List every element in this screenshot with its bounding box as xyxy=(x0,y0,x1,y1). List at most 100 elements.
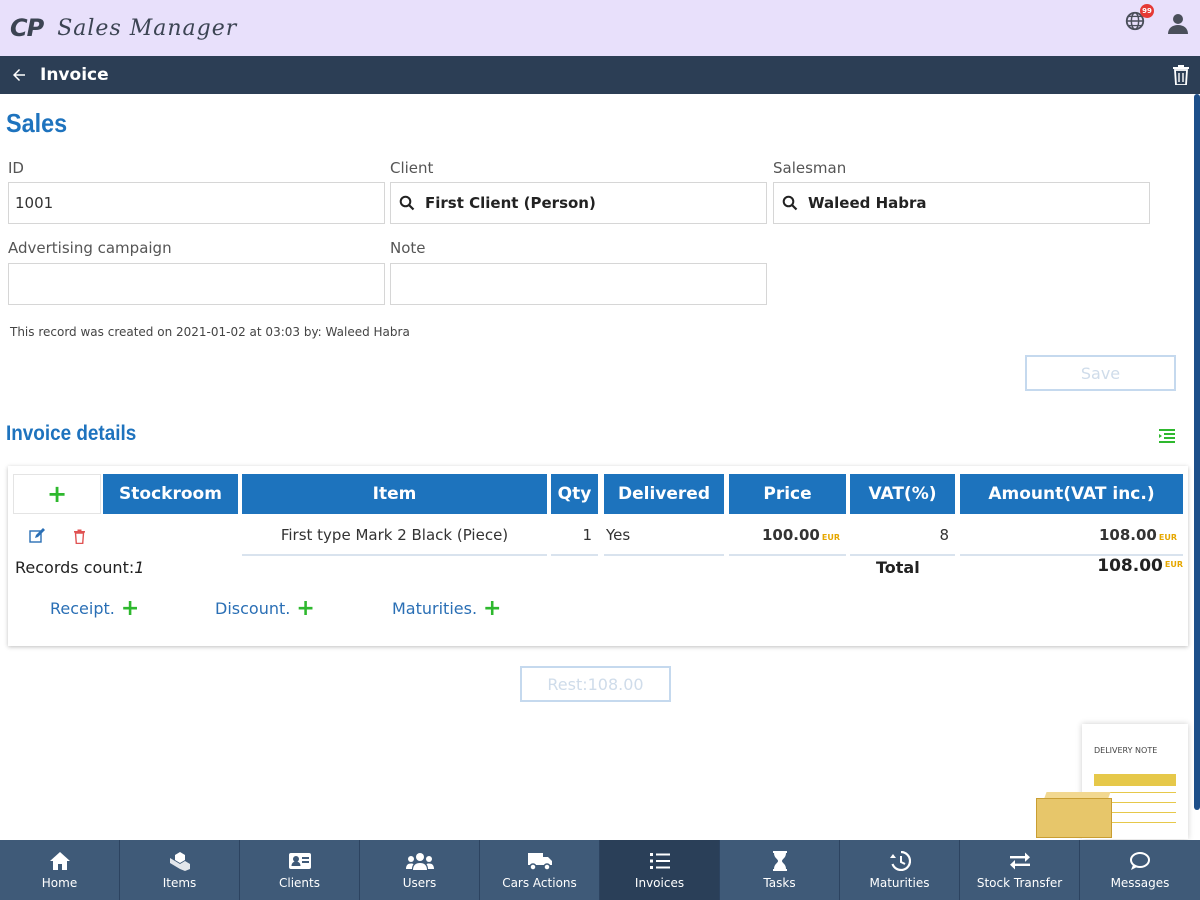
id-value: 1001 xyxy=(15,194,54,212)
page-title: Invoice xyxy=(40,65,109,85)
app-logo: CP xyxy=(10,14,44,42)
table-row-actions xyxy=(13,516,101,556)
record-info: This record was created on 2021-01-02 at… xyxy=(10,325,410,339)
nav-item-cars-actions[interactable]: Cars Actions xyxy=(480,840,600,900)
client-field[interactable]: First Client (Person) xyxy=(390,182,767,224)
section-title-sales: Sales xyxy=(6,108,68,138)
cell-amount: 108.00 EUR xyxy=(960,516,1183,556)
client-value: First Client (Person) xyxy=(425,194,596,212)
add-line-button[interactable]: + xyxy=(13,474,101,514)
title-bar: Invoice xyxy=(0,56,1200,94)
hourglass-icon xyxy=(772,850,787,871)
records-count: Records count:1 xyxy=(15,558,144,577)
column-header-stockroom[interactable]: Stockroom xyxy=(103,474,238,514)
cell-stockroom xyxy=(103,516,238,556)
records-count-label: Records count: xyxy=(15,558,135,577)
nav-item-items[interactable]: Items xyxy=(120,840,240,900)
salesman-label: Salesman xyxy=(773,159,847,177)
delete-row-icon[interactable] xyxy=(73,529,86,544)
history-icon xyxy=(889,850,911,871)
id-field[interactable]: 1001 xyxy=(8,182,385,224)
rest-button[interactable]: Rest:108.00 xyxy=(520,666,671,702)
cell-price: 100.00 EUR xyxy=(729,516,846,556)
app-title: Sales Manager xyxy=(57,15,238,41)
nav-item-invoices[interactable]: Invoices xyxy=(600,840,720,900)
invoices-icon xyxy=(649,852,670,869)
receipt-label: Receipt. xyxy=(50,599,115,618)
transfer-icon xyxy=(1009,852,1030,869)
search-icon xyxy=(782,195,798,211)
clients-icon xyxy=(288,852,311,869)
invoice-details-card: + Stockroom Item Qty Delivered Price VAT… xyxy=(8,466,1188,646)
plus-icon: + xyxy=(296,596,315,621)
cell-delivered: Yes xyxy=(604,516,724,556)
add-maturities-button[interactable]: Maturities. + xyxy=(392,596,501,621)
package-icon xyxy=(1036,798,1112,838)
campaign-label: Advertising campaign xyxy=(8,239,172,257)
main-content: Sales ID 1001 Client First Client (Perso… xyxy=(0,94,1192,840)
id-label: ID xyxy=(8,159,24,177)
price-value: 100.00 xyxy=(761,526,820,544)
delete-invoice-icon[interactable] xyxy=(1172,65,1190,85)
nav-item-users[interactable]: Users xyxy=(360,840,480,900)
scrollbar[interactable] xyxy=(1194,94,1200,810)
nav-item-maturities[interactable]: Maturities xyxy=(840,840,960,900)
nav-item-messages[interactable]: Messages xyxy=(1080,840,1200,900)
nav-label: Stock Transfer xyxy=(976,875,1063,890)
column-header-amount[interactable]: Amount(VAT inc.) xyxy=(960,474,1183,514)
column-header-delivered[interactable]: Delivered xyxy=(604,474,724,514)
column-header-item[interactable]: Item xyxy=(242,474,547,514)
note-field[interactable] xyxy=(390,263,767,305)
nav-item-home[interactable]: Home xyxy=(0,840,120,900)
home-icon xyxy=(49,851,70,870)
maturities-label: Maturities. xyxy=(392,599,478,618)
nav-label: Users xyxy=(402,875,437,890)
truck-icon xyxy=(527,852,552,871)
cell-item: First type Mark 2 Black (Piece) xyxy=(242,516,547,556)
nav-item-stock-transfer[interactable]: Stock Transfer xyxy=(960,840,1080,900)
delivery-note-text: DELIVERY NOTE xyxy=(1094,746,1158,755)
note-label: Note xyxy=(390,239,426,257)
language-button[interactable]: 99 xyxy=(1124,4,1154,36)
delivery-note-illustration: DELIVERY NOTE xyxy=(1036,724,1196,839)
cell-qty: 1 xyxy=(551,516,598,556)
edit-icon[interactable] xyxy=(28,528,45,544)
list-toggle-icon[interactable] xyxy=(1158,427,1176,445)
salesman-field[interactable]: Waleed Habra xyxy=(773,182,1150,224)
app-bar: CP Sales Manager 99 xyxy=(0,0,1200,56)
column-header-qty[interactable]: Qty xyxy=(551,474,598,514)
user-icon[interactable] xyxy=(1166,11,1190,35)
salesman-value: Waleed Habra xyxy=(808,194,927,212)
nav-label: Clients xyxy=(279,875,320,890)
message-icon xyxy=(1130,851,1150,870)
currency-label: EUR xyxy=(1158,532,1177,542)
currency-label: EUR xyxy=(821,532,840,542)
amount-value: 108.00 xyxy=(1098,526,1157,544)
nav-item-tasks[interactable]: Tasks xyxy=(720,840,840,900)
nav-label: Items xyxy=(162,875,197,890)
plus-icon: + xyxy=(120,596,140,621)
nav-label: Maturities xyxy=(869,875,930,890)
nav-item-clients[interactable]: Clients xyxy=(240,840,360,900)
bottom-navigation: Home Items Clients Users Cars Actions In… xyxy=(0,840,1200,900)
users-icon xyxy=(405,852,434,870)
items-icon xyxy=(169,851,190,871)
nav-label: Tasks xyxy=(763,875,796,890)
nav-label: Invoices xyxy=(634,875,685,890)
cell-vat: 8 xyxy=(850,516,955,556)
column-header-price[interactable]: Price xyxy=(729,474,846,514)
nav-label: Cars Actions xyxy=(502,875,577,890)
search-icon xyxy=(399,195,415,211)
total-value: 108.00 xyxy=(1097,556,1163,576)
nav-label: Messages xyxy=(1110,875,1170,890)
save-button[interactable]: Save xyxy=(1025,355,1176,391)
notification-badge: 99 xyxy=(1140,4,1154,18)
column-header-vat[interactable]: VAT(%) xyxy=(850,474,955,514)
back-arrow-icon[interactable] xyxy=(10,66,28,84)
total-label: Total xyxy=(876,558,920,577)
discount-label: Discount. xyxy=(215,599,291,618)
advertising-campaign-field[interactable] xyxy=(8,263,385,305)
total-amount: 108.00 EUR xyxy=(1097,556,1183,576)
add-receipt-button[interactable]: Receipt. + xyxy=(50,596,139,621)
add-discount-button[interactable]: Discount. + xyxy=(215,596,315,621)
